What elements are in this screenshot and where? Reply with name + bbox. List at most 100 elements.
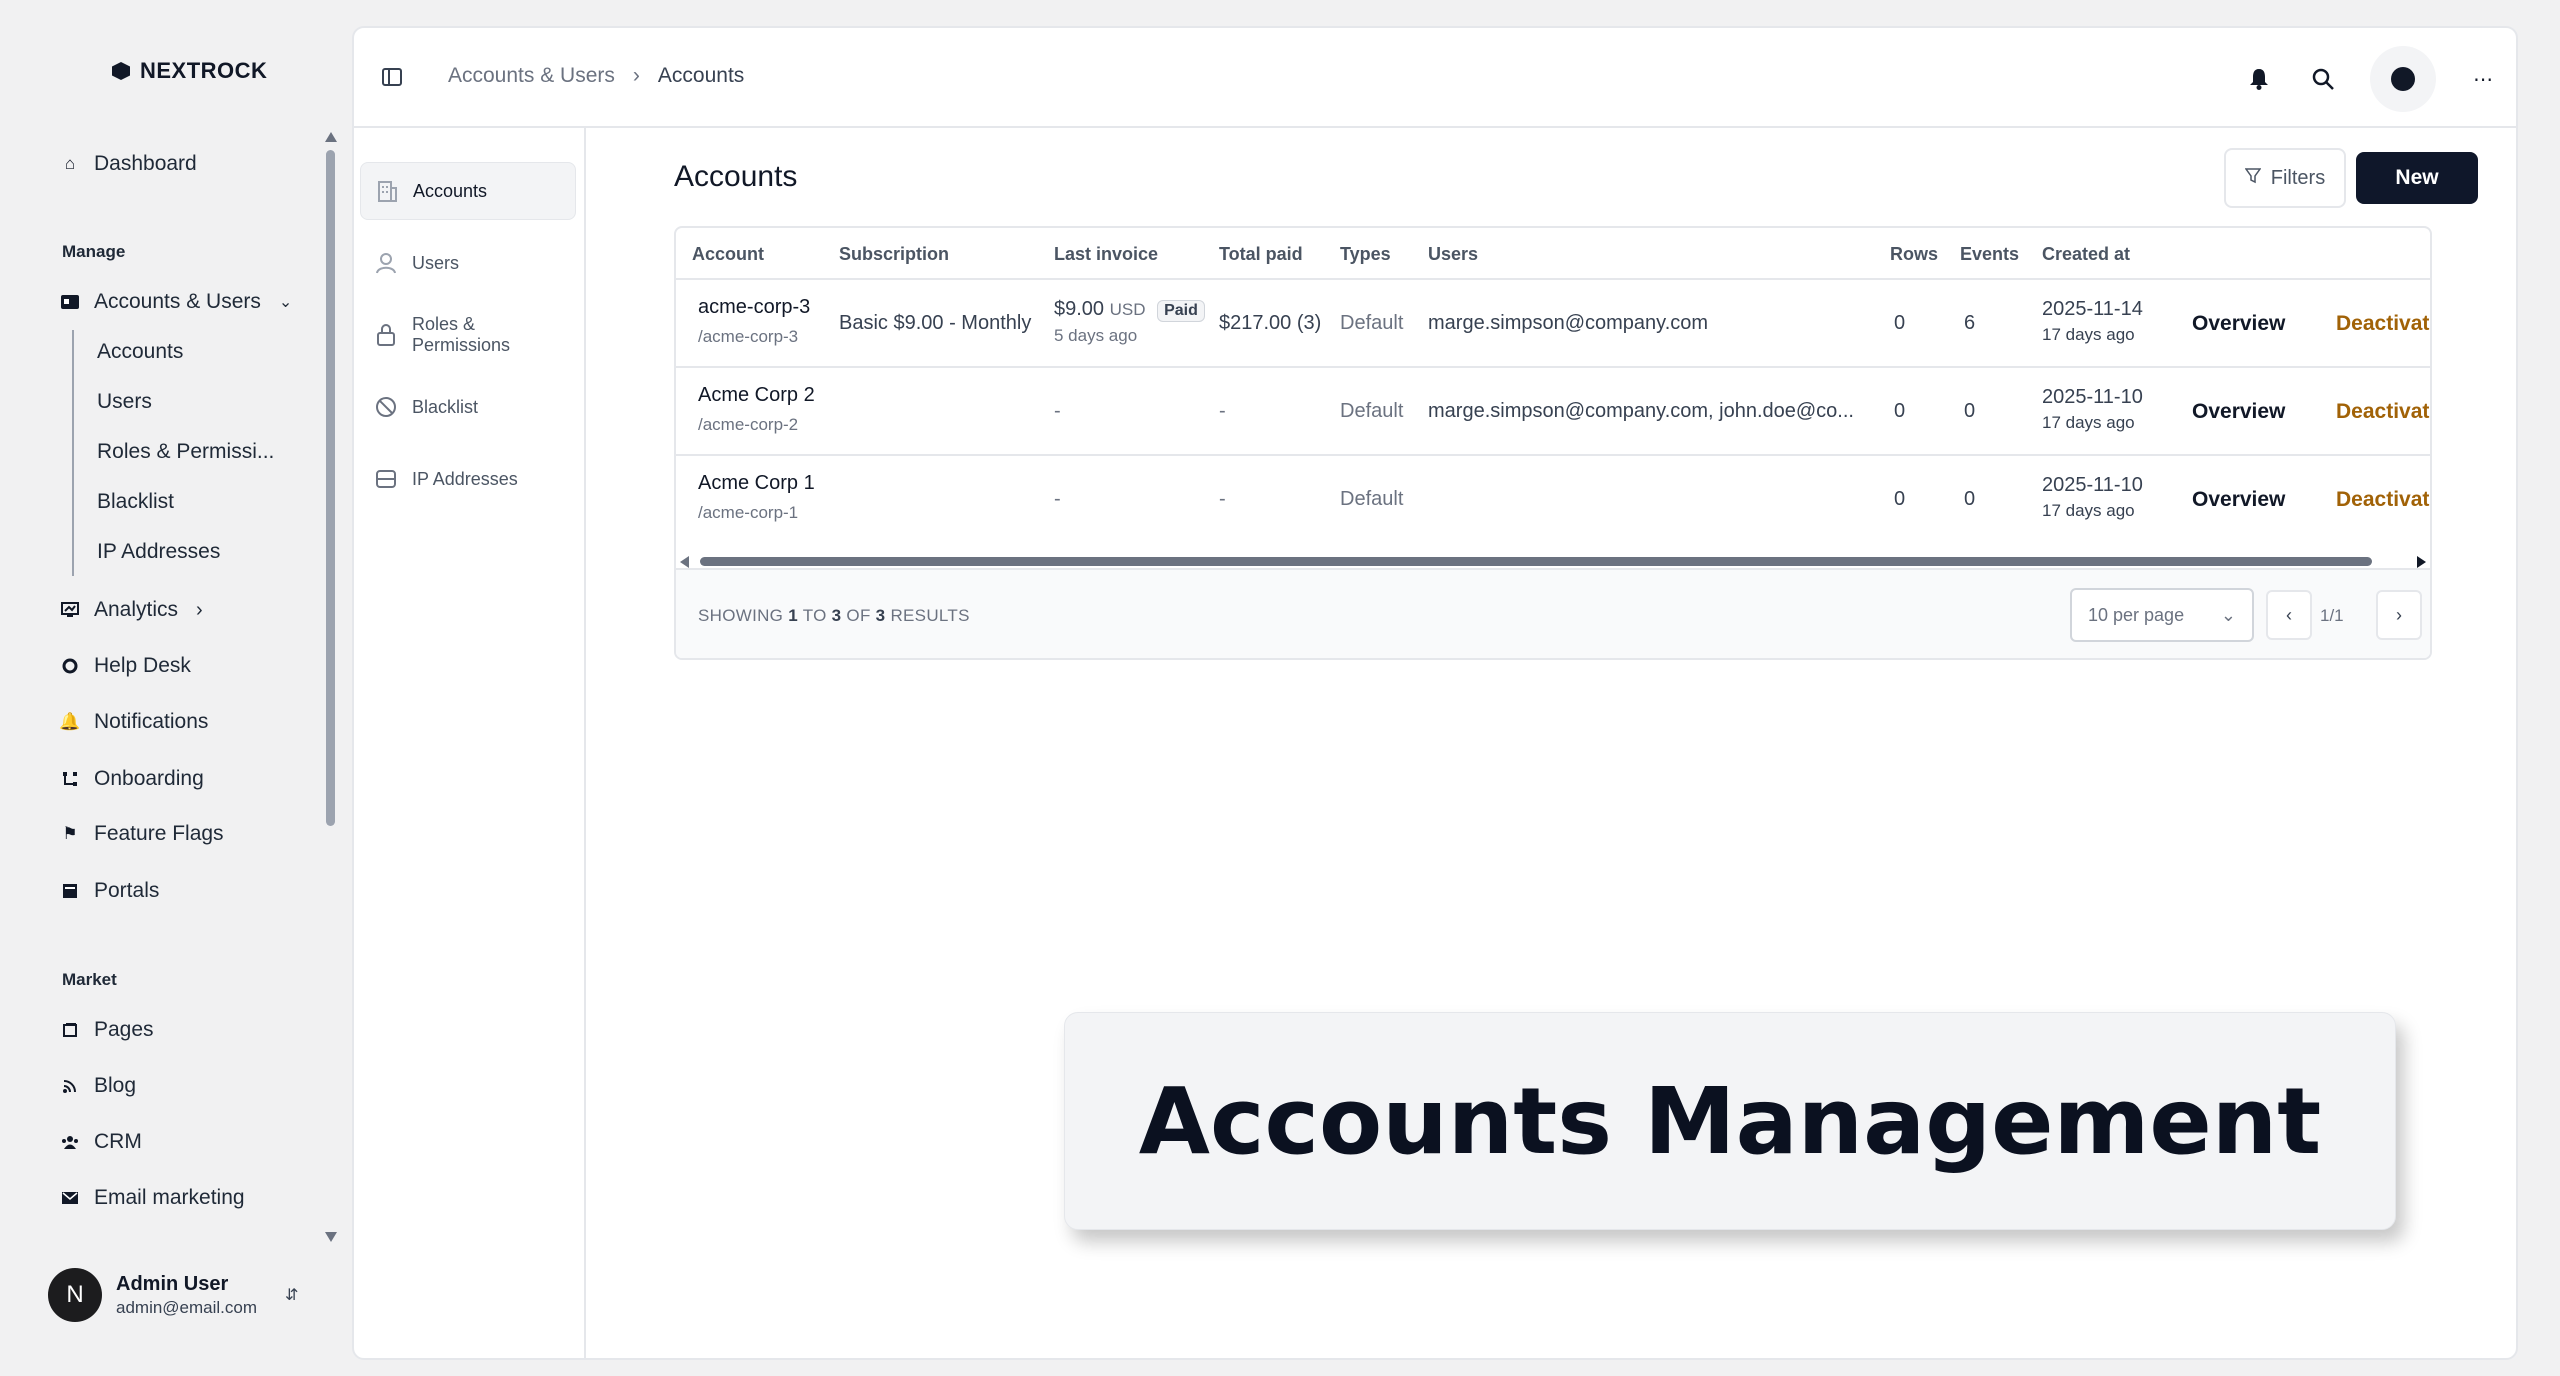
section-subnav: Accounts Users Roles & Permissions Black…	[354, 128, 586, 1358]
new-button[interactable]: New	[2356, 152, 2478, 204]
bell-icon: 🔔	[59, 712, 81, 731]
users-cell: marge.simpson@company.com	[1428, 312, 1709, 334]
accounts-table: Account Subscription Last invoice Total …	[674, 226, 2432, 660]
people-icon	[60, 1132, 80, 1152]
scroll-down-arrow[interactable]	[325, 1232, 337, 1242]
column-header[interactable]: Rows	[1890, 244, 1938, 265]
bell-icon[interactable]	[2242, 62, 2276, 96]
section-market: Market	[62, 970, 117, 989]
overview-link[interactable]: Overview	[2192, 312, 2285, 336]
home-icon: ⌂	[64, 154, 76, 173]
subnav-label: Blacklist	[412, 396, 479, 417]
more-options-icon[interactable]: ⋯	[2466, 62, 2500, 96]
sidebar-item-feature-flags[interactable]: ⚑ Feature Flags	[60, 816, 223, 852]
user-email: admin@email.com	[116, 1297, 258, 1317]
table-horizontal-scrollbar[interactable]	[676, 554, 2430, 568]
type-cell: Default	[1340, 488, 1404, 510]
results-suffix: RESULTS	[885, 606, 970, 625]
column-header[interactable]: Account	[692, 244, 764, 265]
sidebar-subitem-blacklist[interactable]: Blacklist	[97, 490, 174, 514]
page-indicator: 1/1	[2320, 606, 2344, 625]
profile-button[interactable]	[2370, 46, 2436, 112]
created-date: 2025-11-10	[2042, 474, 2143, 496]
sidebar-scroll-thumb[interactable]	[326, 150, 335, 826]
caption-text: Accounts Management	[1138, 1067, 2322, 1175]
sidebar-item-label: Email marketing	[94, 1186, 245, 1209]
subnav-item-users[interactable]: Users	[360, 234, 576, 292]
breadcrumb: Accounts & Users › Accounts	[448, 64, 744, 88]
scroll-left-arrow[interactable]	[680, 556, 689, 568]
sidebar-item-label: Help Desk	[94, 654, 191, 677]
breadcrumb-item-accounts-users[interactable]: Accounts & Users	[448, 64, 615, 88]
column-header[interactable]: Users	[1428, 244, 1478, 265]
subnav-item-roles-permissions[interactable]: Roles & Permissions	[360, 306, 576, 364]
app-sidebar: NEXTROCK ⌂ Dashboard Manage Accounts & U…	[0, 0, 340, 1376]
type-cell: Default	[1340, 400, 1404, 422]
table-row[interactable]: acme-corp-3 /acme-corp-3 Basic $9.00 - M…	[676, 280, 2430, 368]
account-cell[interactable]: Acme Corp 2 /acme-corp-2	[698, 384, 815, 435]
scroll-up-arrow[interactable]	[325, 132, 337, 142]
sidebar-subitem-roles[interactable]: Roles & Permissi...	[97, 440, 274, 464]
per-page-select[interactable]: 10 per page ⌄	[2070, 588, 2254, 642]
sidebar-item-pages[interactable]: Pages	[60, 1012, 154, 1048]
brand-logo[interactable]: NEXTROCK	[112, 58, 267, 84]
table-row[interactable]: Acme Corp 1 /acme-corp-1 - - Default 0 0…	[676, 456, 2430, 544]
subnav-item-blacklist[interactable]: Blacklist	[360, 378, 576, 436]
column-header[interactable]: Created at	[2042, 244, 2130, 265]
table-scroll-thumb[interactable]	[700, 557, 2372, 566]
sidebar-item-email-marketing[interactable]: Email marketing	[60, 1180, 245, 1216]
chart-icon	[60, 600, 80, 620]
sidebar-item-notifications[interactable]: 🔔 Notifications	[59, 704, 208, 740]
chevron-down-icon: ⌄	[2220, 604, 2236, 625]
sidebar-item-portals[interactable]: Portals	[60, 873, 159, 909]
column-header[interactable]: Last invoice	[1054, 244, 1158, 265]
sidebar-item-blog[interactable]: Blog	[60, 1068, 136, 1104]
overview-link[interactable]: Overview	[2192, 488, 2285, 512]
next-page-button[interactable]: ›	[2376, 590, 2422, 640]
sidebar-subitem-accounts[interactable]: Accounts	[97, 340, 183, 364]
lock-icon	[374, 323, 398, 347]
column-header[interactable]: Events	[1960, 244, 2019, 265]
user-icon	[374, 251, 398, 275]
sidebar-subitem-users[interactable]: Users	[97, 390, 152, 414]
sidebar-item-label: Analytics	[94, 598, 179, 621]
user-menu[interactable]: N Admin User admin@email.com ⇵	[48, 1268, 298, 1322]
deactivate-link[interactable]: Deactivate	[2336, 488, 2430, 512]
sidebar-item-label: Blog	[94, 1074, 137, 1097]
sidebar-item-help-desk[interactable]: Help Desk	[60, 648, 191, 684]
filters-button[interactable]: Filters	[2224, 148, 2346, 208]
account-cell[interactable]: acme-corp-3 /acme-corp-3	[698, 296, 810, 347]
deactivate-link[interactable]: Deactivate	[2336, 312, 2430, 336]
subnav-item-accounts[interactable]: Accounts	[360, 162, 576, 220]
chevron-up-down-icon[interactable]: ⇵	[285, 1285, 298, 1305]
prev-page-button[interactable]: ‹	[2266, 590, 2312, 640]
scroll-right-arrow[interactable]	[2417, 556, 2426, 568]
column-header[interactable]: Total paid	[1219, 244, 1303, 265]
subnav-item-ip-addresses[interactable]: IP Addresses	[360, 450, 576, 508]
column-header[interactable]: Types	[1340, 244, 1391, 265]
events-cell: 0	[1964, 400, 1976, 422]
building-icon	[375, 179, 399, 203]
table-row[interactable]: Acme Corp 2 /acme-corp-2 - - Default mar…	[676, 368, 2430, 456]
avatar: N	[48, 1268, 102, 1322]
last-invoice-cell: -	[1054, 488, 1061, 510]
overview-link[interactable]: Overview	[2192, 400, 2285, 424]
invoice-ago: 5 days ago	[1054, 326, 1138, 345]
created-ago: 17 days ago	[2042, 325, 2135, 344]
subnav-label: IP Addresses	[412, 468, 518, 489]
deactivate-link[interactable]: Deactivate	[2336, 400, 2430, 424]
created-cell: 2025-11-10 17 days ago	[2042, 474, 2143, 521]
sidebar-item-onboarding[interactable]: Onboarding	[60, 761, 204, 797]
last-invoice-cell: -	[1054, 400, 1061, 422]
account-cell[interactable]: Acme Corp 1 /acme-corp-1	[698, 472, 815, 523]
search-icon[interactable]	[2306, 62, 2340, 96]
sidebar-item-dashboard[interactable]: ⌂ Dashboard	[60, 146, 197, 182]
portal-icon	[60, 881, 80, 901]
sidebar-item-crm[interactable]: CRM	[60, 1124, 142, 1160]
sidebar-toggle-icon[interactable]	[382, 68, 402, 86]
column-header[interactable]: Subscription	[839, 244, 949, 265]
chevron-down-icon: ⌄	[278, 294, 293, 311]
sidebar-item-accounts-users[interactable]: Accounts & Users ⌄	[60, 284, 292, 320]
sidebar-item-analytics[interactable]: Analytics ›	[60, 592, 203, 628]
sidebar-subitem-ip-addresses[interactable]: IP Addresses	[97, 540, 220, 564]
